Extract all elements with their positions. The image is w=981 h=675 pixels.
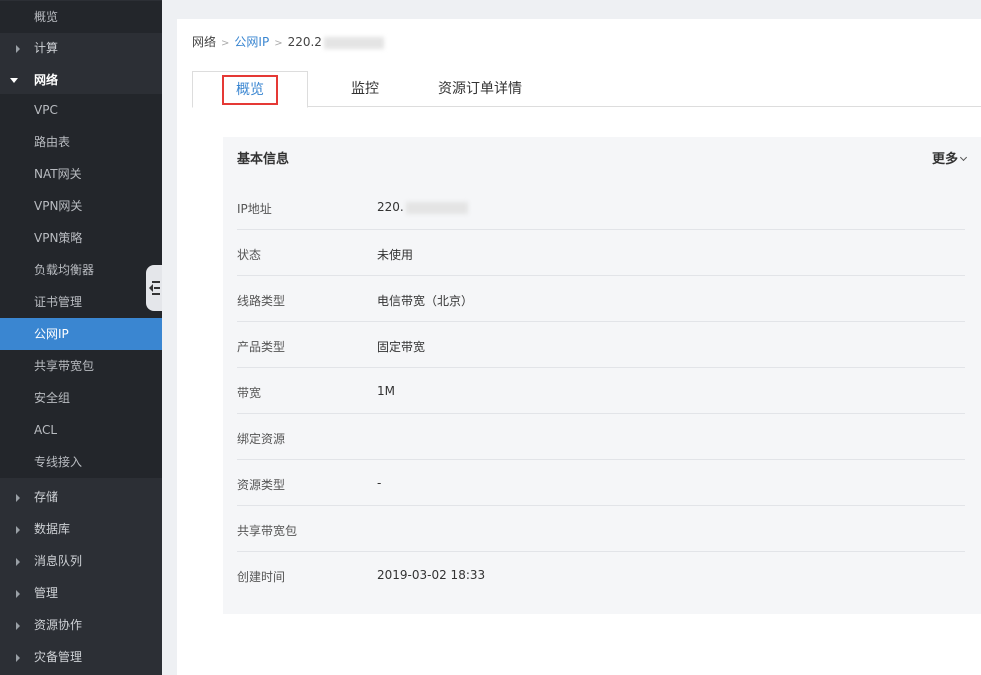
info-label: 绑定资源 (237, 432, 286, 446)
breadcrumb-current: 220.2 (287, 35, 322, 49)
sidebar-item-direct-connect[interactable]: 专线接入 (0, 446, 162, 478)
info-label: 共享带宽包 (237, 524, 298, 538)
info-value: 未使用 (377, 248, 414, 262)
info-row-bound-resource: 绑定资源 (237, 414, 965, 460)
sidebar-item-label: 概览 (34, 10, 59, 24)
info-value: 固定带宽 (377, 340, 426, 354)
caret-right-icon (16, 526, 20, 534)
sidebar-item-label: 证书管理 (34, 295, 83, 309)
sidebar-item-route-table[interactable]: 路由表 (0, 126, 162, 158)
info-value: 220. (377, 200, 468, 214)
sidebar-item-label: 灾备管理 (34, 650, 83, 664)
caret-right-icon (16, 45, 20, 53)
caret-right-icon (16, 654, 20, 662)
sidebar-item-label: 公网IP (34, 327, 69, 341)
sidebar: 概览 计算 网络 VPC 路由表 NAT网关 VPN网关 VPN策略 负载均衡器… (0, 0, 162, 675)
more-dropdown[interactable]: 更多 (931, 148, 968, 167)
sidebar-group-database[interactable]: 数据库 (0, 513, 162, 545)
info-value: 2019-03-02 18:33 (377, 568, 486, 582)
tab-label: 监控 (351, 81, 379, 97)
sidebar-group-disaster-recovery[interactable]: 灾备管理 (0, 641, 162, 673)
sidebar-item-label: 共享带宽包 (34, 359, 95, 373)
caret-right-icon (16, 494, 20, 502)
card-title: 基本信息 (237, 152, 290, 167)
breadcrumb: 网络 > 公网IP >220.2 (192, 33, 384, 50)
sidebar-item-label: 消息队列 (34, 554, 83, 568)
sidebar-item-security-group[interactable]: 安全组 (0, 382, 162, 414)
info-row-status: 状态 未使用 (237, 230, 965, 276)
sidebar-item-label: VPN网关 (34, 199, 83, 213)
info-row-created-time: 创建时间 2019-03-02 18:33 (237, 552, 965, 598)
sidebar-item-label: 数据库 (34, 522, 71, 536)
info-value: - (377, 476, 382, 490)
sidebar-item-acl[interactable]: ACL (0, 414, 162, 446)
main-content: 网络 > 公网IP >220.2 概览 监控 资源订单详情 基本信息 更多 IP地址 … (177, 19, 981, 675)
info-label: 资源类型 (237, 478, 286, 492)
sidebar-item-vpn-policy[interactable]: VPN策略 (0, 222, 162, 254)
breadcrumb-separator: > (221, 38, 230, 49)
sidebar-collapse-handle[interactable] (146, 265, 162, 311)
sidebar-item-load-balancer[interactable]: 负载均衡器 (0, 254, 162, 286)
sidebar-item-label: VPC (34, 103, 58, 117)
info-label: 带宽 (237, 386, 262, 400)
sidebar-group-management[interactable]: 管理 (0, 577, 162, 609)
info-row-bandwidth: 带宽 1M (237, 368, 965, 414)
more-label: 更多 (931, 152, 958, 167)
breadcrumb-root[interactable]: 网络 (192, 35, 216, 49)
sidebar-group-compute[interactable]: 计算 (0, 32, 162, 64)
tab-overview[interactable]: 概览 (192, 71, 308, 108)
sidebar-item-label: 计算 (34, 41, 59, 55)
breadcrumb-section-link[interactable]: 公网IP (234, 35, 269, 49)
caret-down-icon (10, 78, 18, 83)
sidebar-item-shared-bandwidth[interactable]: 共享带宽包 (0, 350, 162, 382)
sidebar-item-label: NAT网关 (34, 167, 82, 181)
info-row-resource-type: 资源类型 - (237, 460, 965, 506)
basic-info-card: 基本信息 更多 IP地址 220. 状态 未使用 线路类型 电信带宽（北京） 产… (223, 137, 981, 614)
sidebar-item-certificates[interactable]: 证书管理 (0, 286, 162, 318)
sidebar-item-vpc[interactable]: VPC (0, 94, 162, 126)
info-value: 1M (377, 384, 395, 398)
info-row-shared-bandwidth: 共享带宽包 (237, 506, 965, 552)
info-label: 产品类型 (237, 340, 286, 354)
sidebar-item-label: ACL (34, 423, 58, 437)
caret-right-icon (16, 590, 20, 598)
redacted-mask (405, 201, 468, 214)
info-row-line-type: 线路类型 电信带宽（北京） (237, 276, 965, 322)
sidebar-item-label: 路由表 (34, 135, 71, 149)
sidebar-item-nat-gateway[interactable]: NAT网关 (0, 158, 162, 190)
info-row-ip: IP地址 220. (237, 184, 965, 230)
sidebar-item-label: 存储 (34, 490, 59, 504)
sidebar-item-label: 管理 (34, 586, 59, 600)
info-label: IP地址 (237, 202, 272, 216)
tab-label: 概览 (222, 75, 278, 105)
tab-order-details[interactable]: 资源订单详情 (430, 71, 530, 107)
info-label: 线路类型 (237, 294, 286, 308)
breadcrumb-separator: > (274, 38, 283, 49)
sidebar-item-vpn-gateway[interactable]: VPN网关 (0, 190, 162, 222)
info-label: 创建时间 (237, 570, 286, 584)
sidebar-group-message-queue[interactable]: 消息队列 (0, 545, 162, 577)
sidebar-group-resource-collab[interactable]: 资源协作 (0, 609, 162, 641)
chevron-down-icon (959, 153, 968, 162)
tab-label: 资源订单详情 (438, 81, 522, 97)
sidebar-item-label: VPN策略 (34, 231, 83, 245)
sidebar-item-overview[interactable]: 概览 (0, 1, 162, 33)
caret-right-icon (16, 622, 20, 630)
sidebar-group-network[interactable]: 网络 (0, 64, 162, 96)
sidebar-item-label: 专线接入 (34, 455, 83, 469)
sidebar-item-label: 资源协作 (34, 618, 83, 632)
info-row-product-type: 产品类型 固定带宽 (237, 322, 965, 368)
sidebar-item-label: 安全组 (34, 391, 71, 405)
redacted-mask (323, 36, 384, 49)
sidebar-item-label: 网络 (34, 73, 59, 87)
tab-monitoring[interactable]: 监控 (332, 71, 398, 107)
sidebar-group-storage[interactable]: 存储 (0, 481, 162, 513)
sidebar-item-label: 负载均衡器 (34, 263, 95, 277)
sidebar-item-public-ip[interactable]: 公网IP (0, 318, 162, 350)
info-label: 状态 (237, 248, 262, 262)
info-value: 电信带宽（北京） (377, 294, 474, 308)
collapse-menu-icon (149, 281, 160, 295)
caret-right-icon (16, 558, 20, 566)
tab-bar: 概览 监控 资源订单详情 (192, 71, 981, 108)
